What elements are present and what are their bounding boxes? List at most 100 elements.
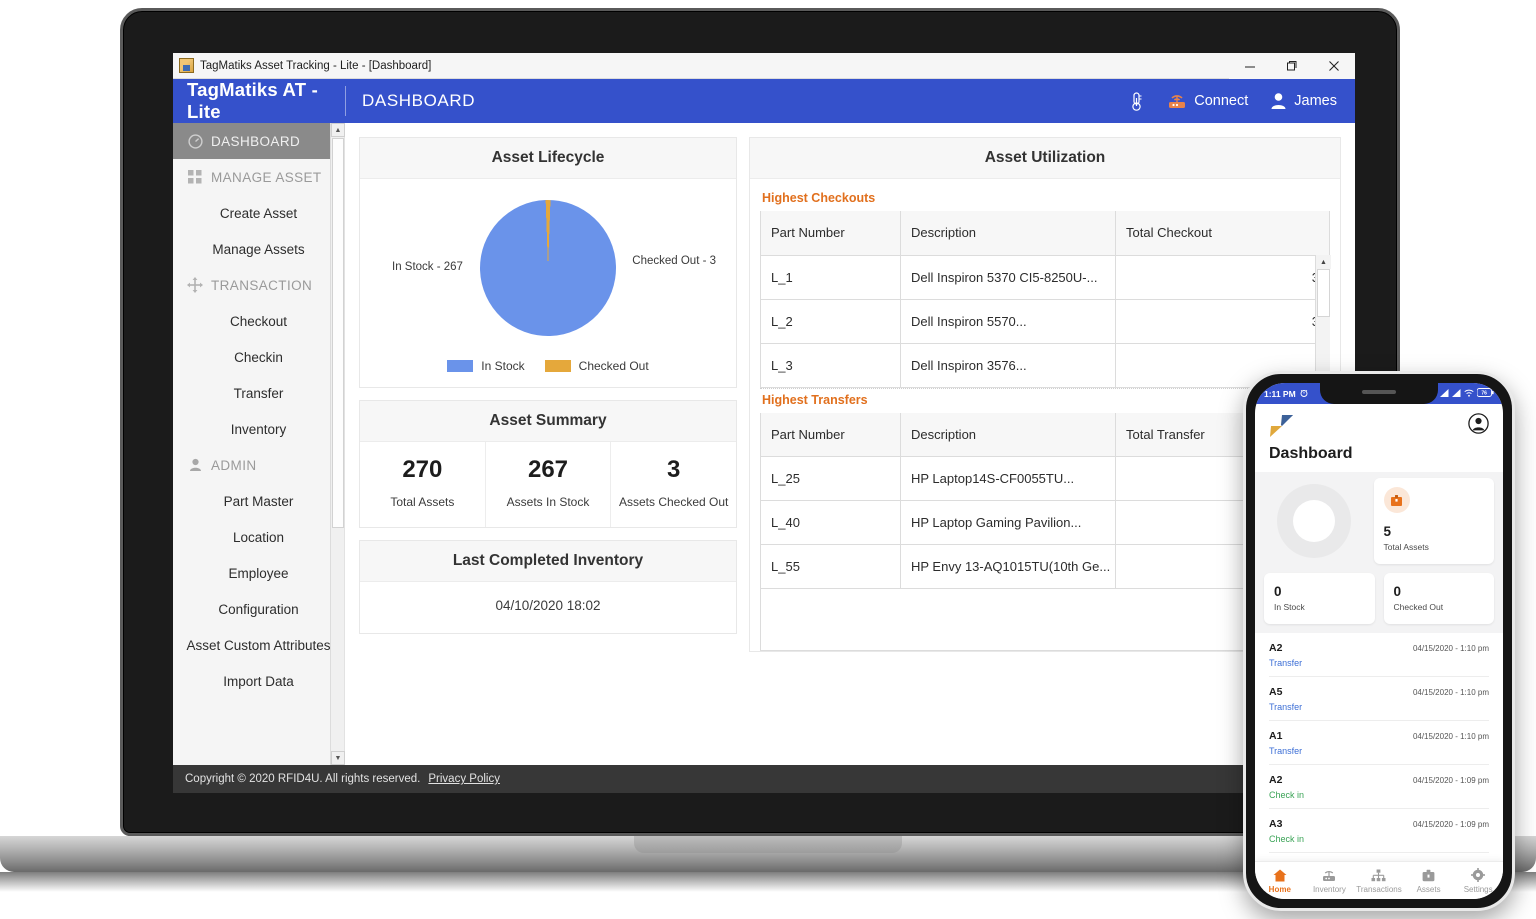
- cell-description: Dell Inspiron 5370 CI5-8250U-...: [900, 254, 1116, 300]
- app-icon: [179, 58, 194, 73]
- copyright-text: Copyright © 2020 RFID4U. All rights rese…: [185, 773, 421, 785]
- user-menu[interactable]: James: [1270, 92, 1337, 110]
- tab-label: Transactions: [1356, 885, 1402, 894]
- sidebar-item-admin[interactable]: ADMIN: [173, 447, 344, 483]
- column-header-part-number[interactable]: Part Number: [760, 412, 901, 457]
- tab-label: Assets: [1416, 885, 1441, 894]
- tile-in-stock[interactable]: 0 In Stock: [1264, 573, 1375, 624]
- sidebar-label: Inventory: [230, 421, 287, 437]
- thermometer-icon: [1128, 91, 1145, 112]
- checkouts-scrollbar[interactable]: ▲ ▼: [1315, 255, 1331, 388]
- pie-label-checked-out: Checked Out - 3: [632, 255, 716, 267]
- table-row[interactable]: L_3 Dell Inspiron 3576...: [760, 342, 1330, 388]
- list-item[interactable]: A1 Transfer 04/15/2020 - 1:10 pm: [1269, 721, 1489, 765]
- sidebar-label: TRANSACTION: [211, 277, 313, 293]
- sidebar-label: Configuration: [218, 601, 299, 617]
- svg-text:76: 76: [1481, 391, 1487, 397]
- column-header-total-checkout[interactable]: Total Checkout: [1115, 211, 1330, 256]
- sidebar-item-checkin[interactable]: Checkin: [173, 339, 344, 375]
- legend-label: In Stock: [481, 359, 525, 373]
- restore-icon[interactable]: [1271, 53, 1313, 79]
- highest-checkouts-table-wrap: Part Number Description Total Checkout L…: [760, 211, 1331, 389]
- sidebar-item-asset-custom-attributes[interactable]: Asset Custom Attributes: [173, 627, 344, 663]
- phone-tiles: 5 Total Assets 0 In Stock 0 Checked Out: [1255, 472, 1503, 633]
- tab-home[interactable]: Home: [1255, 867, 1305, 894]
- tab-transactions[interactable]: Transactions: [1354, 867, 1404, 894]
- sidebar-label: Import Data: [223, 673, 294, 689]
- sidebar-item-manage-asset[interactable]: MANAGE ASSET: [173, 159, 344, 195]
- sidebar-label: Manage Assets: [212, 241, 305, 257]
- last-inventory-title: Last Completed Inventory: [360, 541, 736, 582]
- dashboard-content: Asset Lifecycle In Stock - 267 Checked O…: [345, 123, 1355, 765]
- sidebar-scroll-area: DASHBOARD MANAGE ASSET Create Asset Mana…: [173, 123, 344, 765]
- table-row[interactable]: L_1 Dell Inspiron 5370 CI5-8250U-... 3: [760, 254, 1330, 300]
- highest-checkouts-table: Part Number Description Total Checkout L…: [760, 211, 1330, 388]
- asset-lifecycle-title: Asset Lifecycle: [360, 138, 736, 179]
- sidebar-item-location[interactable]: Location: [173, 519, 344, 555]
- column-header-description[interactable]: Description: [900, 412, 1116, 457]
- phone-speaker: [1362, 390, 1396, 394]
- sidebar-label: Create Asset: [219, 205, 298, 221]
- account-icon[interactable]: [1468, 413, 1489, 439]
- table-row[interactable]: L_2 Dell Inspiron 5570... 3: [760, 298, 1330, 344]
- pie-graphic: [477, 197, 619, 339]
- summary-label: Assets Checked Out: [618, 495, 729, 509]
- sidebar-scrollbar[interactable]: ▲ ▼: [330, 123, 345, 765]
- list-item[interactable]: A2 Check in 04/15/2020 - 1:09 pm: [1269, 765, 1489, 809]
- sidebar-item-import-data[interactable]: Import Data: [173, 663, 344, 699]
- list-item[interactable]: A4 Check in 04/15/2020 - 1:09 pm: [1269, 853, 1489, 861]
- sidebar-item-inventory[interactable]: Inventory: [173, 411, 344, 447]
- gauge-icon: [185, 133, 205, 149]
- move-icon: [185, 277, 205, 293]
- scroll-up-icon[interactable]: ▲: [1316, 255, 1331, 269]
- txn-date: 04/15/2020 - 1:10 pm: [1412, 644, 1489, 653]
- scroll-up-icon[interactable]: ▲: [331, 123, 345, 137]
- phone-frame: 1:11 PM 76 Dashboard 5 Total Assets 0 In…: [1243, 371, 1515, 911]
- sidebar-item-create-asset[interactable]: Create Asset: [173, 195, 344, 231]
- tab-settings[interactable]: Settings: [1453, 867, 1503, 894]
- column-header-description[interactable]: Description: [900, 211, 1116, 256]
- summary-cell-assets-in-stock: 267 Assets In Stock: [486, 442, 612, 527]
- tile-total-assets[interactable]: 5 Total Assets: [1373, 478, 1494, 564]
- legend-swatch: [447, 360, 474, 372]
- minimize-icon[interactable]: [1229, 53, 1271, 79]
- sidebar-label: Part Master: [223, 493, 294, 509]
- sidebar-item-checkout[interactable]: Checkout: [173, 303, 344, 339]
- user-label: James: [1294, 93, 1337, 109]
- laptop-frame: TagMatiks Asset Tracking - Lite - [Dashb…: [120, 8, 1400, 836]
- close-icon[interactable]: [1313, 53, 1355, 79]
- thermometer-button[interactable]: [1128, 91, 1145, 112]
- txn-type: Check in: [1269, 834, 1305, 844]
- sidebar-item-part-master[interactable]: Part Master: [173, 483, 344, 519]
- list-item[interactable]: A3 Check in 04/15/2020 - 1:09 pm: [1269, 809, 1489, 853]
- list-item[interactable]: A2 Transfer 04/15/2020 - 1:10 pm: [1269, 633, 1489, 677]
- tagmatiks-logo-icon: [1269, 414, 1295, 438]
- scrollbar-thumb[interactable]: [332, 138, 344, 528]
- tile-checked-out[interactable]: 0 Checked Out: [1383, 573, 1494, 624]
- signal-icon: [1440, 388, 1449, 399]
- cell-description: Dell Inspiron 5570...: [900, 298, 1116, 344]
- tiles-row-two: 0 In Stock 0 Checked Out: [1264, 573, 1494, 624]
- sidebar-item-transfer[interactable]: Transfer: [173, 375, 344, 411]
- phone-transaction-list[interactable]: A2 Transfer 04/15/2020 - 1:10 pm A5 Tran…: [1255, 633, 1503, 861]
- sidebar-item-employee[interactable]: Employee: [173, 555, 344, 591]
- sidebar-item-configuration[interactable]: Configuration: [173, 591, 344, 627]
- asset-lifecycle-body: In Stock - 267 Checked Out - 3 In Stock: [360, 179, 736, 387]
- privacy-policy-link[interactable]: Privacy Policy: [428, 773, 500, 785]
- connect-button[interactable]: Connect: [1167, 92, 1248, 110]
- sidebar-label: Transfer: [233, 385, 284, 401]
- scroll-down-icon[interactable]: ▼: [331, 751, 345, 765]
- tab-inventory[interactable]: Inventory: [1305, 867, 1355, 894]
- briefcase-icon: [1404, 867, 1454, 883]
- sidebar-label: Checkout: [229, 313, 288, 329]
- list-item[interactable]: A5 Transfer 04/15/2020 - 1:10 pm: [1269, 677, 1489, 721]
- sidebar-item-dashboard[interactable]: DASHBOARD: [173, 123, 344, 159]
- scrollbar-thumb[interactable]: [1317, 269, 1330, 317]
- hierarchy-icon: [1354, 867, 1404, 883]
- sidebar-item-transaction[interactable]: TRANSACTION: [173, 267, 344, 303]
- sidebar-item-manage-assets[interactable]: Manage Assets: [173, 231, 344, 267]
- asset-summary-title: Asset Summary: [360, 401, 736, 442]
- column-header-part-number[interactable]: Part Number: [760, 211, 901, 256]
- tab-assets[interactable]: Assets: [1404, 867, 1454, 894]
- summary-value: 270: [402, 456, 443, 483]
